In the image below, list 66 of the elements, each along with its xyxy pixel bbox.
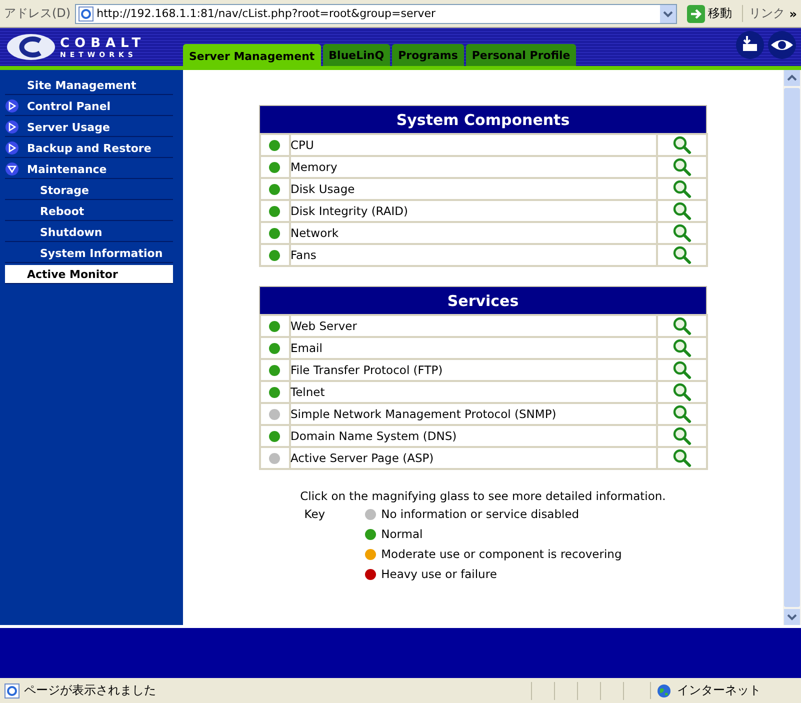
search-icon[interactable]	[672, 404, 692, 424]
table-cell: Network	[290, 222, 656, 244]
search-icon[interactable]	[672, 179, 692, 199]
scrollbar[interactable]	[783, 70, 801, 625]
table-cell: File Transfer Protocol (FTP)	[290, 359, 656, 381]
sidebar-item[interactable]: Maintenance	[5, 160, 173, 179]
logo-icon	[6, 32, 56, 62]
legend-text: Heavy use or failure	[381, 567, 497, 581]
table-cell: Active Server Page (ASP)	[290, 447, 656, 469]
search-icon[interactable]	[672, 448, 692, 468]
key-label: Key	[304, 507, 326, 523]
search-icon[interactable]	[672, 382, 692, 402]
table-cell: Email	[290, 337, 656, 359]
search-icon[interactable]	[672, 360, 692, 380]
legend-text: No information or service disabled	[381, 507, 580, 521]
sidebar-item[interactable]: Control Panel	[5, 97, 173, 116]
search-icon[interactable]	[672, 316, 692, 336]
address-label: アドレス(D)	[4, 5, 71, 22]
table-cell: CPU	[290, 134, 656, 156]
zone-label: インターネット	[677, 682, 761, 699]
search-icon[interactable]	[672, 201, 692, 221]
table-cell: Fans	[290, 244, 656, 266]
tab[interactable]: Personal Profile	[466, 44, 576, 66]
sidebar-item[interactable]: Server Usage	[5, 118, 173, 137]
sidebar-item[interactable]: Shutdown	[5, 223, 173, 242]
globe-icon	[657, 684, 671, 698]
download-icon[interactable]	[735, 30, 765, 60]
table-cell: Domain Name System (DNS)	[290, 425, 656, 447]
search-icon[interactable]	[672, 426, 692, 446]
table-cell: Web Server	[290, 315, 656, 337]
table-title: Services	[260, 286, 706, 315]
table-cell: Disk Integrity (RAID)	[290, 200, 656, 222]
scroll-up-icon[interactable]	[784, 70, 800, 86]
search-icon[interactable]	[672, 223, 692, 243]
search-icon[interactable]	[672, 245, 692, 265]
eye-icon[interactable]	[767, 30, 797, 60]
dropdown-icon[interactable]	[660, 4, 676, 22]
tab[interactable]: Programs	[392, 44, 464, 66]
search-icon[interactable]	[672, 338, 692, 358]
sidebar-item[interactable]: Active Monitor	[5, 265, 173, 284]
links-label[interactable]: リンク	[742, 5, 786, 22]
table-cell: Telnet	[290, 381, 656, 403]
address-field[interactable]: http://192.168.1.1:81/nav/cList.php?root=root&group=server	[74, 4, 678, 24]
scroll-down-icon[interactable]	[784, 609, 800, 625]
sidebar-item[interactable]: System Information	[5, 244, 173, 263]
page-icon	[4, 682, 20, 698]
more-button[interactable]: »	[789, 6, 797, 20]
sidebar-item[interactable]: Backup and Restore	[5, 139, 173, 158]
status-message: ページが表示されました	[24, 682, 157, 699]
legend-text: Normal	[381, 527, 423, 541]
logo-title: COBALT	[60, 36, 146, 50]
table-cell: Disk Usage	[290, 178, 656, 200]
hint-text: Click on the magnifying glass to see more detailed information.	[300, 489, 666, 503]
search-icon[interactable]	[672, 157, 692, 177]
table-cell: Memory	[290, 156, 656, 178]
table-title: System Components	[260, 106, 706, 134]
go-button[interactable]: 移動	[681, 4, 738, 22]
legend-text: Moderate use or component is recovering	[381, 547, 622, 561]
page-icon	[78, 6, 94, 22]
tab[interactable]: Server Management	[183, 44, 321, 66]
sidebar-item[interactable]: Site Management	[5, 76, 173, 95]
sidebar-item[interactable]: Reboot	[5, 202, 173, 221]
sidebar-item[interactable]: Storage	[5, 181, 173, 200]
search-icon[interactable]	[672, 135, 692, 155]
table-cell: Simple Network Management Protocol (SNMP)	[290, 403, 656, 425]
tab[interactable]: BlueLinQ	[322, 44, 390, 66]
